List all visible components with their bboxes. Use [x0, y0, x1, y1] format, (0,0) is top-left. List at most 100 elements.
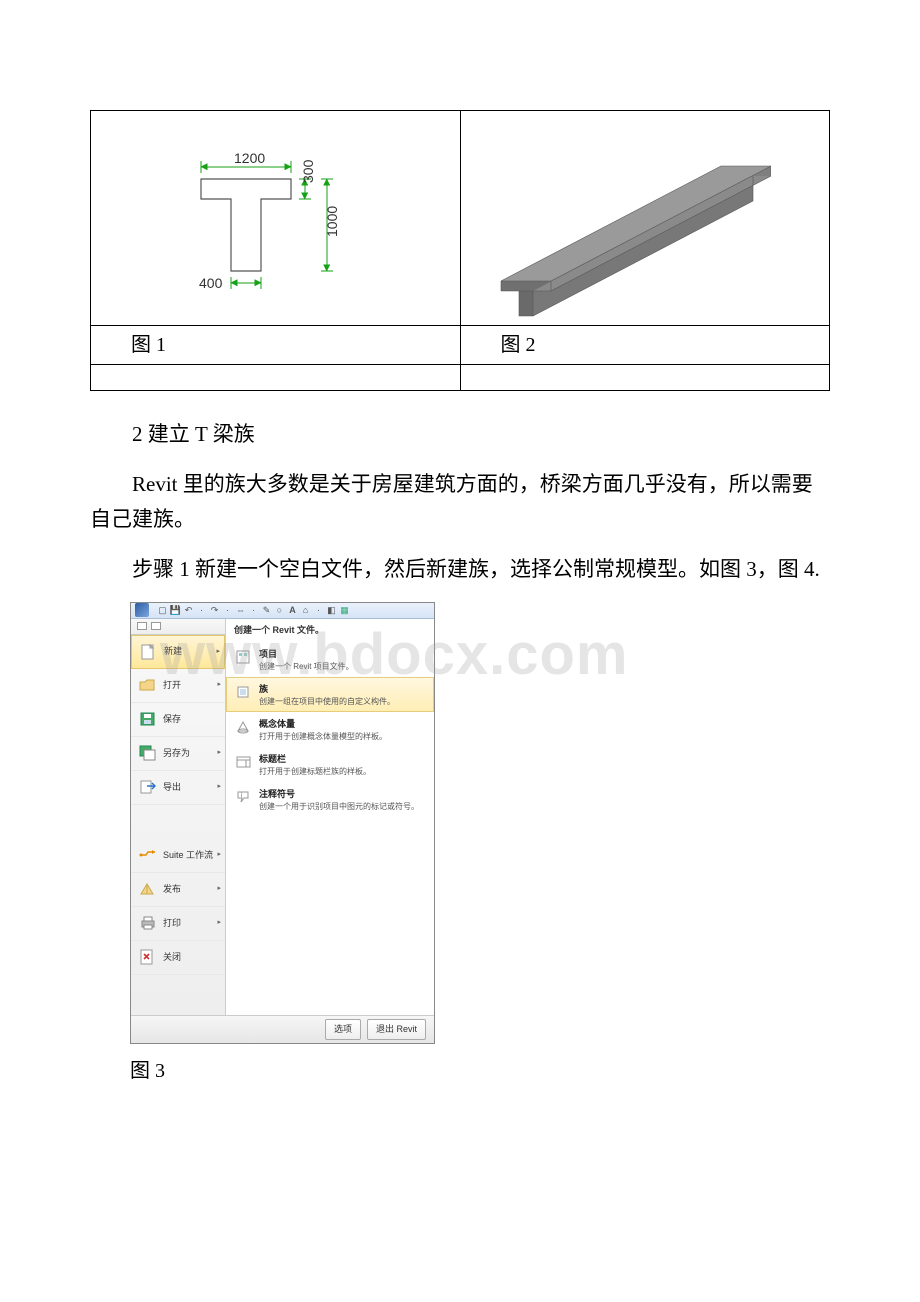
app-menu-left-column: 新建▸打开▸保存另存为▸导出▸Suite 工作流▸发布▸打印▸关闭: [131, 619, 226, 1015]
close-icon: [137, 947, 159, 967]
submenu-item-desc: 创建一组在项目中使用的自定义构件。: [259, 697, 395, 707]
menu-item-label: 导出: [163, 780, 217, 795]
qat-circle-icon[interactable]: ○: [274, 605, 285, 616]
dim-300: 300: [300, 159, 316, 183]
new-submenu-item-anno[interactable]: i 注释符号创建一个用于识别项目中图元的标记或符号。: [226, 782, 434, 817]
qat-text-icon[interactable]: A: [287, 605, 298, 616]
qat-3d-icon[interactable]: ◧: [326, 605, 337, 616]
qat-redo-icon[interactable]: ↷: [209, 605, 220, 616]
suite-icon: [137, 845, 159, 865]
fig2-label-cell: 图 2: [460, 326, 830, 365]
paragraph-1: Revit 里的族大多数是关于房屋建筑方面的，桥梁方面几乎没有，所以需要自己建族…: [90, 467, 830, 538]
diagram-table: 1200 300: [90, 110, 830, 391]
submenu-item-title: 概念体量: [259, 717, 387, 732]
publish-icon: [137, 879, 159, 899]
qat-open-icon[interactable]: ▢: [157, 605, 168, 616]
new-icon: [138, 642, 160, 662]
recent-doc-icon: [137, 622, 147, 630]
dim-400: 400: [199, 275, 223, 291]
qat-save-icon[interactable]: 💾: [170, 605, 181, 616]
app-menu-right-column: 创建一个 Revit 文件。 项目创建一个 Revit 项目文件。族创建一组在项…: [226, 619, 434, 1015]
export-icon: [137, 777, 159, 797]
recent-docs-row[interactable]: [131, 619, 225, 635]
qat-home-icon[interactable]: ⌂: [300, 605, 311, 616]
menu-item-saveas[interactable]: 另存为▸: [131, 737, 225, 771]
qat-measure-icon[interactable]: ⇔: [235, 605, 246, 616]
menu-item-label: 打开: [163, 678, 217, 693]
submenu-item-title: 族: [259, 682, 395, 697]
exit-revit-button[interactable]: 退出 Revit: [367, 1019, 426, 1040]
submenu-item-desc: 打开用于创建标题栏族的样板。: [259, 767, 371, 777]
chevron-right-icon: ▸: [217, 849, 221, 861]
menu-item-new[interactable]: 新建▸: [131, 635, 225, 669]
paragraph-2: 步骤 1 新建一个空白文件，然后新建族，选择公制常规模型。如图 3，图 4.: [90, 552, 830, 588]
menu-item-label: 发布: [163, 882, 217, 897]
t-section-drawing: 1200 300: [141, 141, 381, 321]
mass-icon: [233, 717, 255, 737]
menu-item-label: 新建: [164, 644, 216, 659]
chevron-right-icon: ▸: [217, 883, 221, 895]
family-icon: [233, 682, 255, 702]
save-icon: [137, 709, 159, 729]
menu-item-print[interactable]: 打印▸: [131, 907, 225, 941]
fig2-label: 图 2: [501, 334, 536, 356]
open-icon: [137, 675, 159, 695]
new-submenu-item-title[interactable]: 标题栏打开用于创建标题栏族的样板。: [226, 747, 434, 782]
fig2-diagram: [461, 111, 830, 325]
chevron-right-icon: ▸: [217, 917, 221, 929]
menu-item-label: 另存为: [163, 746, 217, 761]
right-panel-header: 创建一个 Revit 文件。: [226, 619, 434, 642]
qat-sep4-icon: ·: [313, 605, 324, 616]
dim-1000: 1000: [324, 206, 340, 237]
fig2-cell: [460, 111, 830, 326]
qat-align-icon[interactable]: ✎: [261, 605, 272, 616]
options-button[interactable]: 选项: [325, 1019, 361, 1040]
dim-1200: 1200: [234, 150, 265, 166]
submenu-item-title: 注释符号: [259, 787, 419, 802]
qat-panel-icon[interactable]: ▦: [339, 605, 350, 616]
qat-sep1-icon: ·: [196, 605, 207, 616]
quick-access-toolbar: ▢ 💾 ↶ · ↷ · ⇔ · ✎ ○ A ⌂ · ◧ ▦: [131, 603, 434, 619]
title-icon: [233, 752, 255, 772]
menu-item-close[interactable]: 关闭: [131, 941, 225, 975]
menu-item-export[interactable]: 导出▸: [131, 771, 225, 805]
submenu-item-desc: 打开用于创建概念体量模型的样板。: [259, 732, 387, 742]
qat-sep2-icon: ·: [222, 605, 233, 616]
recent-doc-icon-2: [151, 622, 161, 630]
submenu-item-desc: 创建一个用于识别项目中图元的标记或符号。: [259, 802, 419, 812]
saveas-icon: [137, 743, 159, 763]
t-beam-3d: [461, 111, 771, 325]
fig1-label-cell: 图 1: [91, 326, 461, 365]
menu-item-open[interactable]: 打开▸: [131, 669, 225, 703]
menu-item-publish[interactable]: 发布▸: [131, 873, 225, 907]
print-icon: [137, 913, 159, 933]
new-submenu-item-mass[interactable]: 概念体量打开用于创建概念体量模型的样板。: [226, 712, 434, 747]
chevron-right-icon: ▸: [217, 781, 221, 793]
chevron-right-icon: ▸: [216, 646, 220, 658]
empty-cell-right: [460, 365, 830, 391]
project-icon: [233, 647, 255, 667]
empty-cell-left: [91, 365, 461, 391]
menu-item-suite[interactable]: Suite 工作流▸: [131, 839, 225, 873]
qat-undo-icon[interactable]: ↶: [183, 605, 194, 616]
qat-sep3-icon: ·: [248, 605, 259, 616]
svg-text:i: i: [241, 793, 242, 799]
fig1-diagram: 1200 300: [91, 111, 460, 325]
revit-app-menu-screenshot: ▢ 💾 ↶ · ↷ · ⇔ · ✎ ○ A ⌂ · ◧ ▦ 新建▸打开▸保存另存…: [130, 602, 435, 1044]
new-submenu-item-project[interactable]: 项目创建一个 Revit 项目文件。: [226, 642, 434, 677]
menu-item-label: Suite 工作流: [163, 848, 217, 863]
submenu-item-title: 标题栏: [259, 752, 371, 767]
fig1-label: 图 1: [131, 334, 166, 356]
chevron-right-icon: ▸: [217, 747, 221, 759]
submenu-item-desc: 创建一个 Revit 项目文件。: [259, 662, 354, 672]
app-menu-footer: 选项 退出 Revit: [131, 1015, 434, 1043]
menu-item-label: 关闭: [163, 950, 221, 965]
fig1-cell: 1200 300: [91, 111, 461, 326]
revit-logo-icon[interactable]: [135, 603, 149, 617]
anno-icon: i: [233, 787, 255, 807]
chevron-right-icon: ▸: [217, 679, 221, 691]
menu-item-save[interactable]: 保存: [131, 703, 225, 737]
fig3-label: 图 3: [90, 1054, 830, 1088]
new-submenu-item-family[interactable]: 族创建一组在项目中使用的自定义构件。: [226, 677, 434, 712]
submenu-item-title: 项目: [259, 647, 354, 662]
